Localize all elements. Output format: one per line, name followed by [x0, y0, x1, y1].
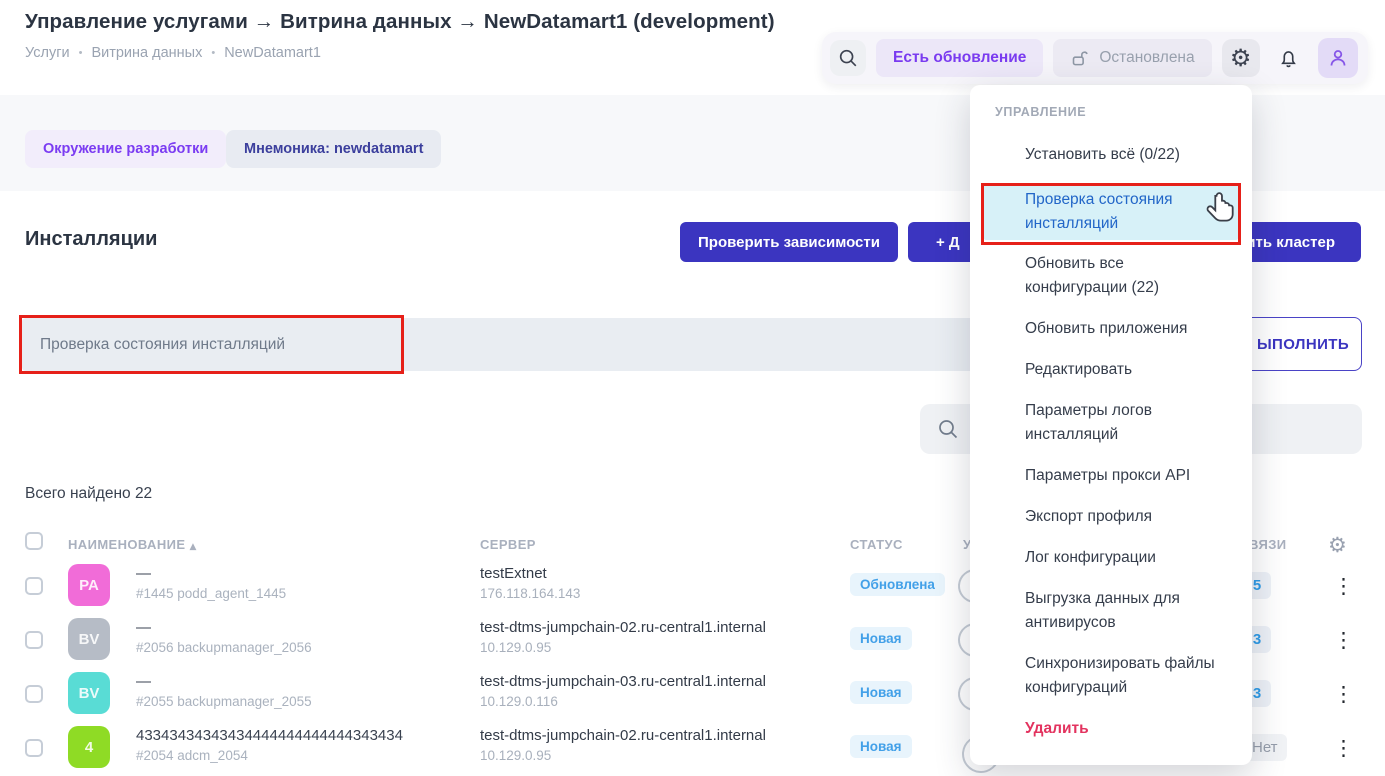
service-stopped-label: Остановлена — [1099, 49, 1194, 67]
mnemonic-badge: Мнемоника: newdatamart — [226, 130, 441, 168]
installation-name[interactable]: — — [136, 619, 151, 636]
menu-item-proxy-api-params[interactable]: Параметры прокси API — [970, 464, 1225, 488]
server-host: test-dtms-jumpchain-02.ru-central1.inter… — [480, 727, 766, 744]
search-icon — [837, 47, 859, 69]
top-toolbar: Есть обновление Остановлена ⚙ — [822, 32, 1368, 84]
menu-item-sync-config-files[interactable]: Синхронизировать файлы конфигураций — [970, 652, 1225, 700]
row-checkbox[interactable] — [25, 685, 43, 703]
update-available-button[interactable]: Есть обновление — [876, 39, 1043, 77]
server-host: test-dtms-jumpchain-02.ru-central1.inter… — [480, 619, 766, 636]
notifications-button[interactable] — [1270, 39, 1308, 77]
update-available-label: Есть обновление — [893, 49, 1026, 67]
column-header-links[interactable]: ВЯЗИ — [1249, 537, 1287, 552]
search-icon — [936, 417, 960, 441]
installations-heading: Инсталляции — [25, 228, 157, 251]
installation-name[interactable]: — — [136, 565, 151, 582]
column-header-name[interactable]: НАИМЕНОВАНИЕ ▲ — [68, 537, 197, 552]
environment-badge: Окружение разработки — [25, 130, 226, 168]
status-badge: Новая — [850, 681, 912, 704]
avatar: BV — [68, 618, 110, 660]
column-header-status[interactable]: СТАТУС — [850, 537, 903, 552]
unlock-icon — [1070, 48, 1091, 69]
installation-id: #1445 podd_agent_1445 — [136, 586, 286, 601]
total-found-label: Всего найдено 22 — [25, 485, 152, 503]
execute-button[interactable]: ЫПОЛНИТЬ — [1244, 317, 1362, 371]
menu-item-update-applications[interactable]: Обновить приложения — [970, 317, 1225, 341]
column-header-server[interactable]: СЕРВЕР — [480, 537, 536, 552]
installation-name[interactable]: — — [136, 673, 151, 690]
menu-item-install-all[interactable]: Установить всё (0/22) — [970, 143, 1225, 167]
server-ip: 10.129.0.116 — [480, 694, 558, 709]
bell-icon — [1277, 47, 1300, 70]
action-select-value: Проверка состояния инсталляций — [40, 336, 285, 354]
page-title: Управление услугами → Витрина данных → N… — [25, 10, 775, 34]
server-ip: 176.118.164.143 — [480, 586, 580, 601]
installation-id: #2056 backupmanager_2056 — [136, 640, 312, 655]
menu-item-export-profile[interactable]: Экспорт профиля — [970, 505, 1225, 529]
menu-item-installation-log-params[interactable]: Параметры логов инсталляций — [970, 399, 1225, 447]
row-menu-button[interactable]: ⋮ — [1333, 733, 1354, 763]
service-stopped-button[interactable]: Остановлена — [1053, 39, 1211, 77]
menu-list: Установить всё (0/22) Проверка состояния… — [970, 143, 1252, 741]
row-checkbox[interactable] — [25, 631, 43, 649]
column-header-name-label: НАИМЕНОВАНИЕ — [68, 537, 185, 552]
check-dependencies-button[interactable]: Проверить зависимости — [680, 222, 898, 262]
row-checkbox[interactable] — [25, 577, 43, 595]
sort-asc-icon: ▲ — [189, 542, 196, 552]
management-dropdown-menu: УПРАВЛЕНИЕ Установить всё (0/22) Проверк… — [970, 85, 1252, 765]
server-ip: 10.129.0.95 — [480, 640, 551, 655]
avatar: 4 — [68, 726, 110, 768]
settings-gear-button[interactable]: ⚙ — [1222, 39, 1260, 77]
menu-item-check-installations-state[interactable]: Проверка состояния инсталляций — [984, 184, 1238, 240]
breadcrumb-item-newdatamart1[interactable]: NewDatamart1 — [224, 45, 321, 61]
menu-item-update-all-configs[interactable]: Обновить все конфигурации (22) — [970, 252, 1225, 300]
profile-button[interactable] — [1318, 38, 1358, 78]
server-host: test-dtms-jumpchain-03.ru-central1.inter… — [480, 673, 766, 690]
status-badge: Обновлена — [850, 573, 945, 596]
environment-badge-label: Окружение разработки — [43, 141, 208, 157]
menu-item-delete[interactable]: Удалить — [970, 717, 1225, 741]
breadcrumb-separator: • — [79, 47, 83, 59]
installation-name[interactable]: 43343434343434444444444444343434 — [136, 727, 403, 744]
status-badge: Новая — [850, 735, 912, 758]
row-menu-button[interactable]: ⋮ — [1333, 571, 1354, 601]
avatar: PA — [68, 564, 110, 606]
avatar: BV — [68, 672, 110, 714]
breadcrumb: Услуги • Витрина данных • NewDatamart1 — [25, 45, 321, 61]
search-button[interactable] — [830, 40, 866, 76]
breadcrumb-separator: • — [211, 47, 215, 59]
status-badge: Новая — [850, 627, 912, 650]
server-host: testExtnet — [480, 565, 547, 582]
menu-section-header: УПРАВЛЕНИЕ — [995, 105, 1252, 119]
breadcrumb-item-services[interactable]: Услуги — [25, 45, 70, 61]
server-ip: 10.129.0.95 — [480, 748, 551, 763]
select-all-checkbox[interactable] — [25, 532, 43, 550]
user-icon — [1326, 46, 1350, 70]
installation-id: #2054 adcm_2054 — [136, 748, 248, 763]
menu-item-antivirus-data-export[interactable]: Выгрузка данных для антивирусов — [970, 587, 1225, 635]
menu-item-config-log[interactable]: Лог конфигурации — [970, 546, 1225, 570]
row-menu-button[interactable]: ⋮ — [1333, 625, 1354, 655]
row-checkbox[interactable] — [25, 739, 43, 757]
table-settings-gear-icon[interactable]: ⚙ — [1328, 533, 1347, 557]
gear-icon: ⚙ — [1230, 44, 1252, 72]
menu-item-edit[interactable]: Редактировать — [970, 358, 1225, 382]
mnemonic-badge-label: Мнемоника: newdatamart — [244, 141, 423, 157]
installation-id: #2055 backupmanager_2055 — [136, 694, 312, 709]
row-menu-button[interactable]: ⋮ — [1333, 679, 1354, 709]
breadcrumb-item-datamart[interactable]: Витрина данных — [91, 45, 202, 61]
